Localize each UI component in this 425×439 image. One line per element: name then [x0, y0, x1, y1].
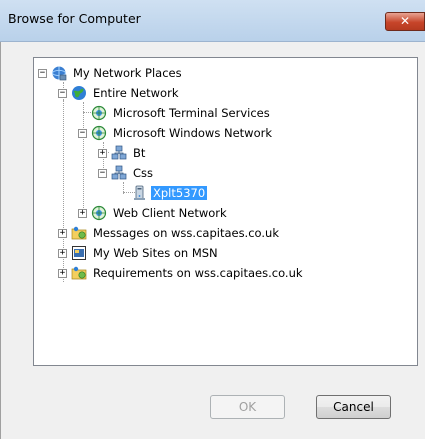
tree-item-xplt5370[interactable]: Xplt5370 — [118, 183, 208, 203]
tree-item-requirements-on-wss[interactable]: + Requirements on wss.capitaes.co.uk — [58, 263, 305, 283]
computer-icon — [131, 185, 147, 201]
tree-item-label: Messages on wss.capitaes.co.uk — [93, 226, 279, 240]
tree-item-microsoft-terminal-services[interactable]: Microsoft Terminal Services — [78, 103, 272, 123]
workgroup-icon — [111, 145, 127, 161]
tree-item-label: My Web Sites on MSN — [93, 246, 218, 260]
tree-item-messages-on-wss[interactable]: + Messages on wss.capitaes.co.uk — [58, 223, 281, 243]
collapse-toggle[interactable]: − — [58, 88, 67, 98]
expand-toggle[interactable]: + — [78, 208, 87, 218]
tree-item-css[interactable]: − Css — [98, 163, 155, 183]
tree-item-label: Xplt5370 — [151, 186, 208, 200]
globe-icon — [71, 85, 87, 101]
folder-tree[interactable]: − My Network Places − Entire Network Mic… — [33, 57, 418, 366]
cancel-button[interactable]: Cancel — [316, 395, 391, 419]
web-folder-icon — [71, 265, 87, 281]
tree-item-microsoft-windows-network[interactable]: − Microsoft Windows Network — [78, 123, 274, 143]
tree-item-bt[interactable]: + Bt — [98, 143, 147, 163]
tree-item-web-client-network[interactable]: + Web Client Network — [78, 203, 229, 223]
tree-item-label: Microsoft Windows Network — [113, 126, 272, 140]
tree-item-my-network-places[interactable]: − My Network Places — [38, 63, 184, 83]
expand-toggle[interactable]: + — [98, 148, 107, 158]
collapse-toggle[interactable]: − — [78, 128, 87, 138]
close-icon: ✕ — [399, 14, 411, 28]
close-button[interactable]: ✕ — [385, 12, 425, 31]
web-folder-icon — [71, 225, 87, 241]
tree-item-label: Microsoft Terminal Services — [113, 106, 270, 120]
web-sites-icon — [71, 245, 87, 261]
expand-toggle[interactable]: + — [58, 268, 67, 278]
network-icon — [91, 125, 107, 141]
tree-item-label: My Network Places — [73, 66, 182, 80]
network-icon — [91, 105, 107, 121]
tree-item-label: Bt — [133, 146, 146, 160]
collapse-toggle[interactable]: − — [38, 68, 47, 78]
ok-button[interactable]: OK — [210, 395, 285, 419]
network-places-icon — [51, 65, 67, 81]
tree-item-my-web-sites-on-msn[interactable]: + My Web Sites on MSN — [58, 243, 220, 263]
tree-item-entire-network[interactable]: − Entire Network — [58, 83, 180, 103]
tree-item-label: Web Client Network — [113, 206, 227, 220]
title-bar: Browse for Computer ✕ — [0, 0, 425, 42]
workgroup-icon — [111, 165, 127, 181]
collapse-toggle[interactable]: − — [98, 168, 107, 178]
tree-item-label: Entire Network — [93, 86, 179, 100]
tree-item-label: Css — [133, 166, 154, 180]
expand-toggle[interactable]: + — [58, 248, 67, 258]
window-title: Browse for Computer — [8, 11, 141, 26]
expand-toggle[interactable]: + — [58, 228, 67, 238]
tree-item-label: Requirements on wss.capitaes.co.uk — [93, 266, 303, 280]
network-icon — [91, 205, 107, 221]
